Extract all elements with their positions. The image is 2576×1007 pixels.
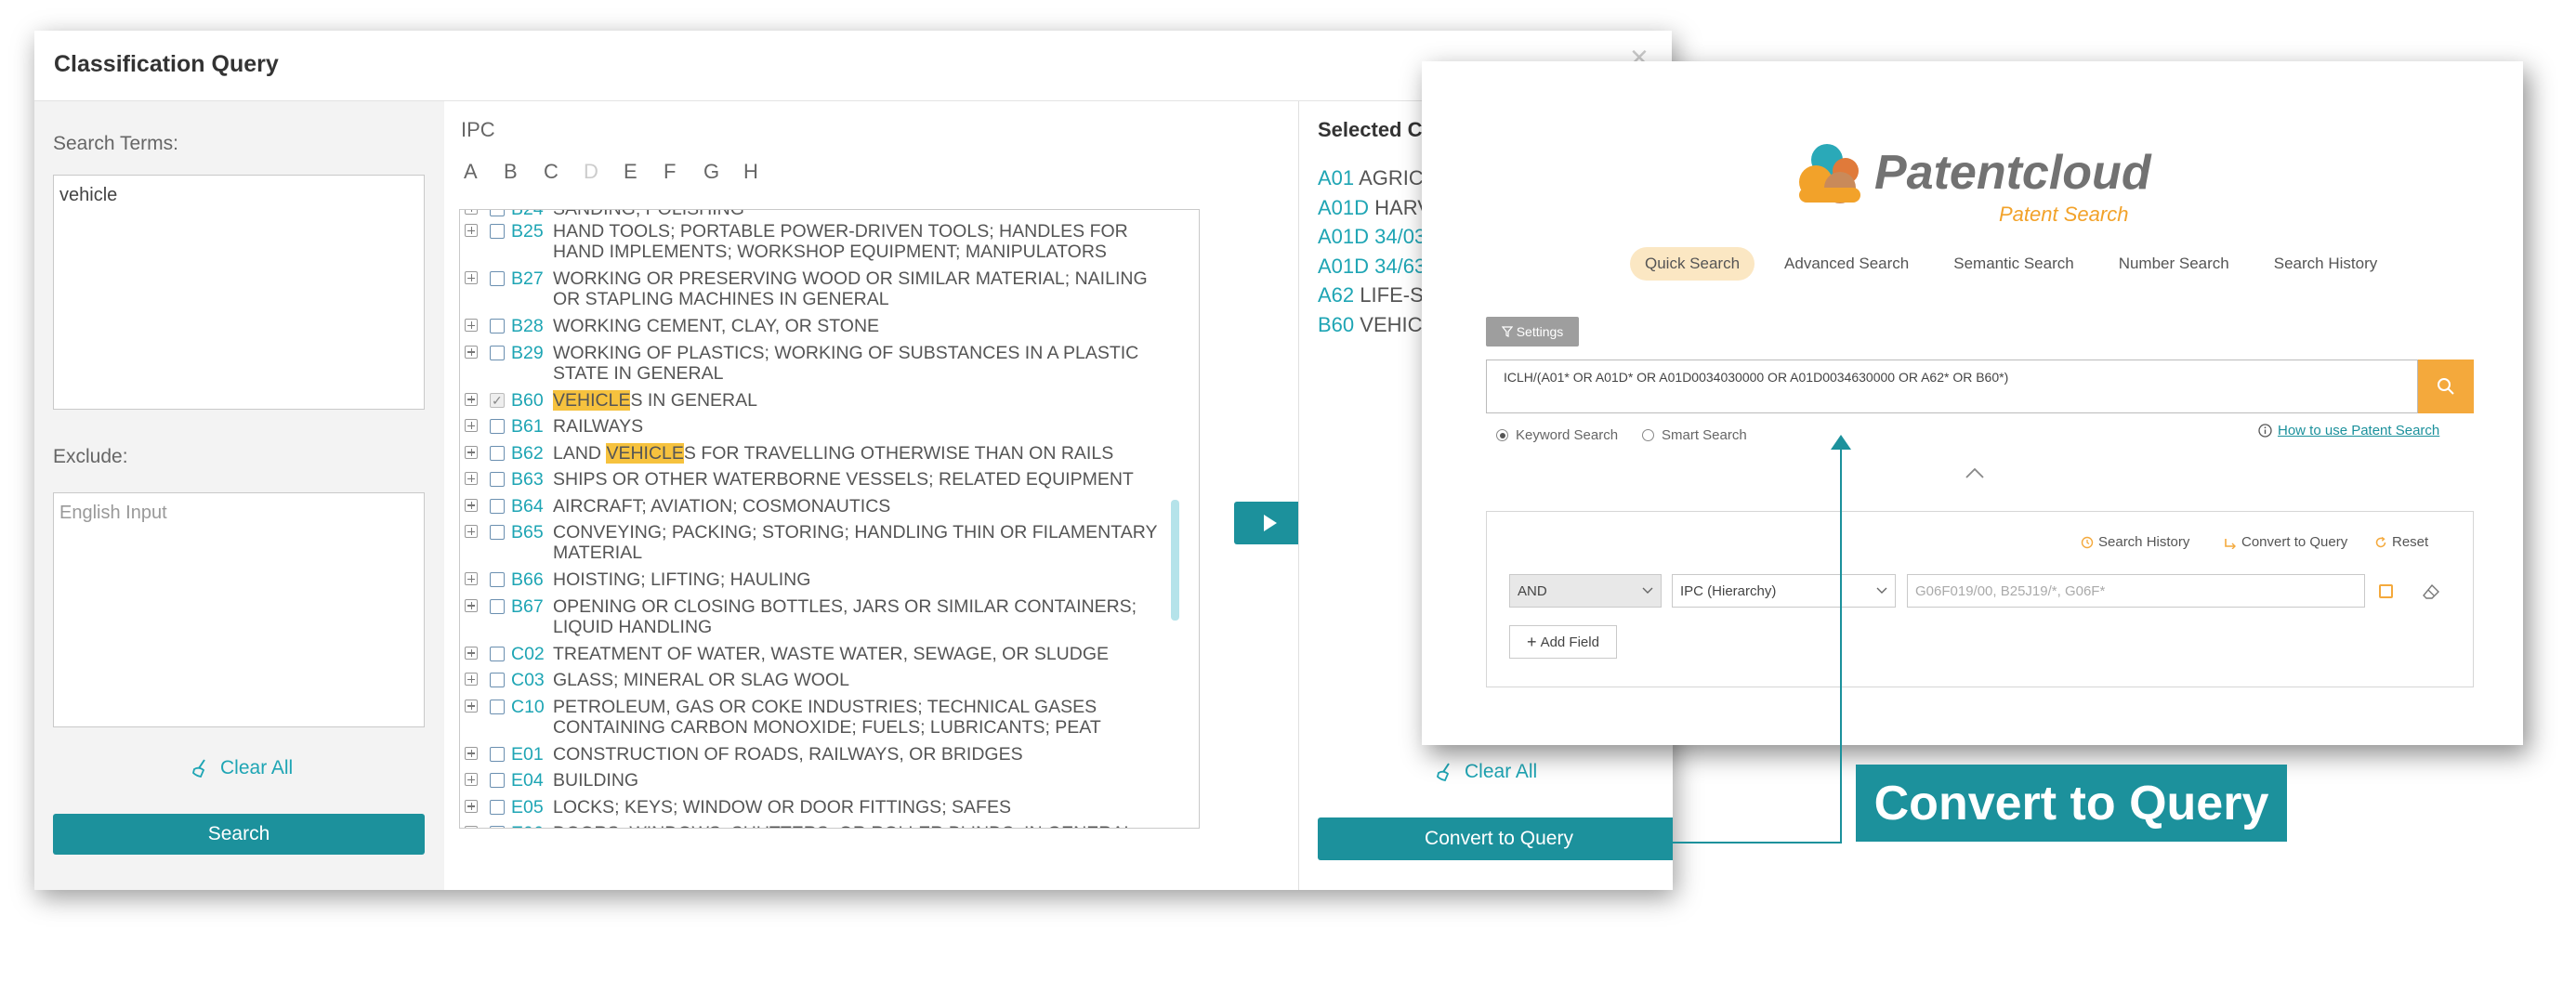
callout-connector xyxy=(1640,435,1851,844)
convert-to-query-callout: Convert to Query xyxy=(1856,765,2287,842)
